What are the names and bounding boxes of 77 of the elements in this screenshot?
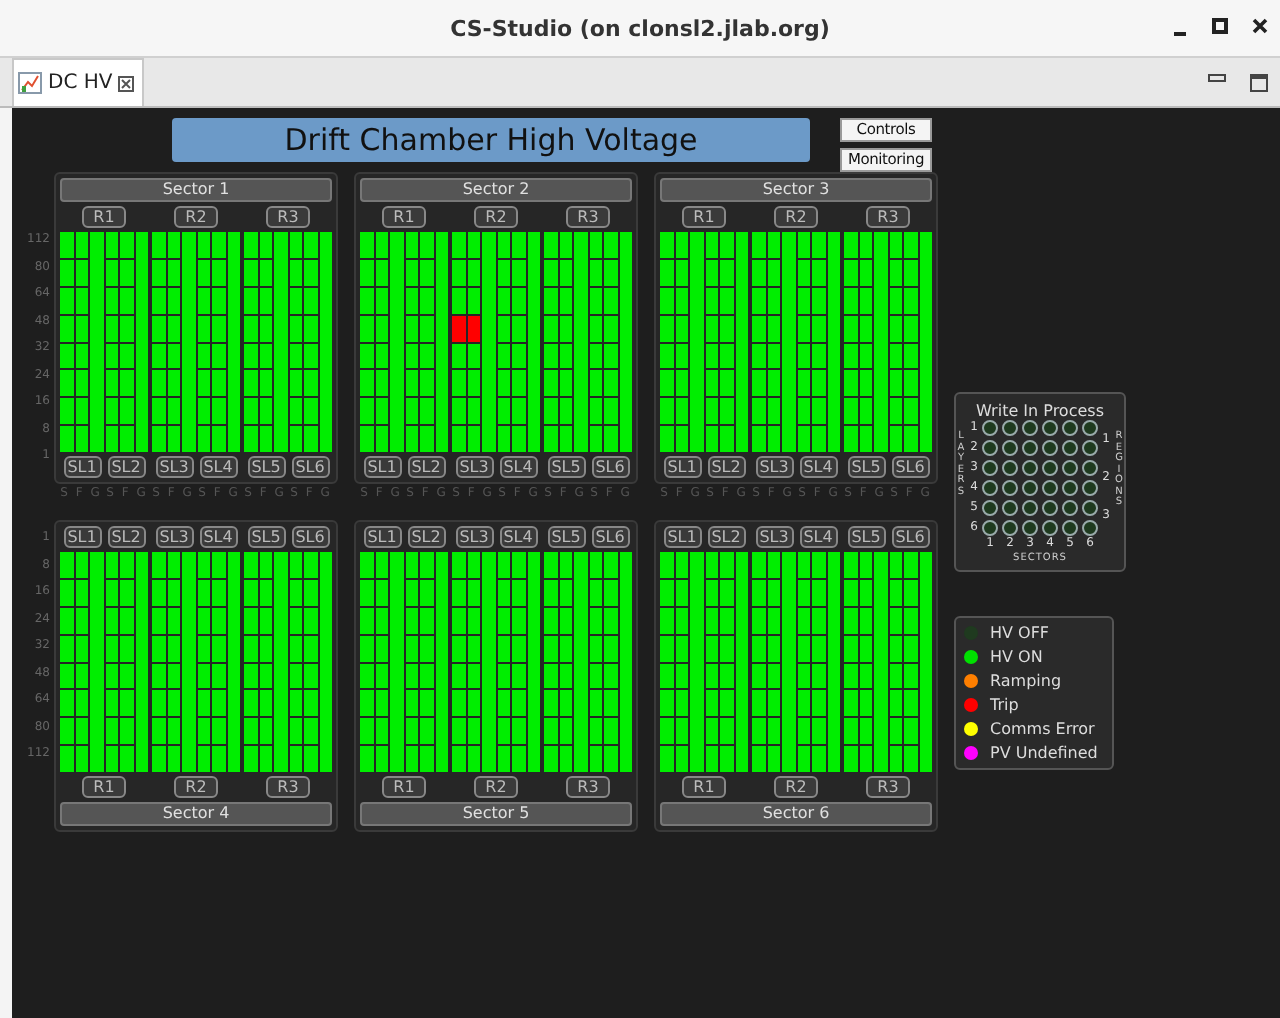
- superlayer-button[interactable]: SL6: [591, 456, 629, 478]
- superlayer-button[interactable]: SL6: [291, 526, 329, 548]
- superlayer-button[interactable]: SL6: [291, 456, 329, 478]
- superlayer-button[interactable]: SL1: [663, 456, 701, 478]
- close-icon[interactable]: [1252, 16, 1268, 36]
- superlayer-button[interactable]: SL2: [707, 526, 745, 548]
- region-button[interactable]: R2: [174, 776, 218, 798]
- superlayer-button[interactable]: SL2: [707, 456, 745, 478]
- sector-header[interactable]: Sector 4: [60, 802, 332, 826]
- region-button[interactable]: R3: [266, 776, 310, 798]
- sector-header[interactable]: Sector 6: [660, 802, 932, 826]
- superlayer-button[interactable]: SL3: [155, 456, 193, 478]
- superlayer-button[interactable]: SL1: [63, 456, 101, 478]
- maximize-icon[interactable]: [1250, 73, 1268, 91]
- superlayer-button[interactable]: SL1: [63, 526, 101, 548]
- region-button[interactable]: R2: [774, 206, 818, 228]
- superlayer-button[interactable]: SL3: [455, 456, 493, 478]
- superlayer-button[interactable]: SL2: [107, 456, 145, 478]
- superlayer-button[interactable]: SL6: [891, 456, 929, 478]
- superlayer-button[interactable]: SL4: [199, 456, 237, 478]
- superlayer-button[interactable]: SL1: [363, 526, 401, 548]
- region-button[interactable]: R1: [82, 776, 126, 798]
- region-button[interactable]: R2: [174, 206, 218, 228]
- superlayer-button[interactable]: SL4: [499, 456, 537, 478]
- region-button[interactable]: R3: [266, 206, 310, 228]
- maximize-icon[interactable]: [1212, 16, 1228, 36]
- superlayer-button[interactable]: SL5: [847, 456, 885, 478]
- region-button[interactable]: R2: [474, 776, 518, 798]
- superlayer-button[interactable]: SL2: [407, 456, 445, 478]
- sector-header[interactable]: Sector 2: [360, 178, 632, 202]
- superlayer-button[interactable]: SL5: [247, 526, 285, 548]
- minimize-icon[interactable]: [1208, 73, 1226, 85]
- sector-header[interactable]: Sector 1: [60, 178, 332, 202]
- sector-header[interactable]: Sector 3: [660, 178, 932, 202]
- legend-label: HV ON: [990, 648, 1043, 666]
- region-button[interactable]: R3: [566, 206, 610, 228]
- region-button[interactable]: R2: [474, 206, 518, 228]
- sector-header[interactable]: Sector 5: [360, 802, 632, 826]
- region-button[interactable]: R3: [866, 776, 910, 798]
- superlayer-button[interactable]: SL4: [799, 526, 837, 548]
- chart-icon: [18, 72, 42, 94]
- superlayer-button[interactable]: SL4: [199, 526, 237, 548]
- window-title: CS-Studio (on clonsl2.jlab.org): [450, 15, 830, 41]
- editor-tab[interactable]: DC HV: [12, 58, 145, 106]
- region-button[interactable]: R1: [82, 206, 126, 228]
- close-icon[interactable]: [118, 75, 135, 91]
- superlayer-button[interactable]: SL4: [799, 456, 837, 478]
- region-button[interactable]: R3: [566, 776, 610, 798]
- superlayer-button[interactable]: SL4: [499, 526, 537, 548]
- superlayer-button[interactable]: SL6: [891, 526, 929, 548]
- superlayer-button[interactable]: SL5: [247, 456, 285, 478]
- superlayer-button[interactable]: SL5: [547, 526, 585, 548]
- panel-title: Write In Process: [976, 402, 1104, 420]
- superlayer-button[interactable]: SL3: [455, 526, 493, 548]
- superlayer-button[interactable]: SL1: [363, 456, 401, 478]
- region-button[interactable]: R1: [682, 776, 726, 798]
- region-button[interactable]: R2: [774, 776, 818, 798]
- legend-label: Ramping: [990, 672, 1062, 690]
- legend-label: Comms Error: [990, 720, 1095, 738]
- superlayer-button[interactable]: SL6: [591, 526, 629, 548]
- region-button[interactable]: R1: [382, 206, 426, 228]
- superlayer-button[interactable]: SL3: [755, 456, 793, 478]
- region-button[interactable]: R3: [866, 206, 910, 228]
- superlayer-button[interactable]: SL5: [847, 526, 885, 548]
- legend-label: Trip: [990, 696, 1019, 714]
- legend-label: HV OFF: [990, 624, 1050, 642]
- legend-label: PV Undefined: [990, 744, 1098, 762]
- superlayer-button[interactable]: SL5: [547, 456, 585, 478]
- display-title: Drift Chamber High Voltage: [172, 118, 810, 162]
- region-button[interactable]: R1: [682, 206, 726, 228]
- superlayer-button[interactable]: SL1: [663, 526, 701, 548]
- superlayer-button[interactable]: SL2: [107, 526, 145, 548]
- tab-label: DC HV: [48, 72, 113, 94]
- superlayer-button[interactable]: SL3: [755, 526, 793, 548]
- region-button[interactable]: R1: [382, 776, 426, 798]
- superlayer-button[interactable]: SL2: [407, 526, 445, 548]
- superlayer-button[interactable]: SL3: [155, 526, 193, 548]
